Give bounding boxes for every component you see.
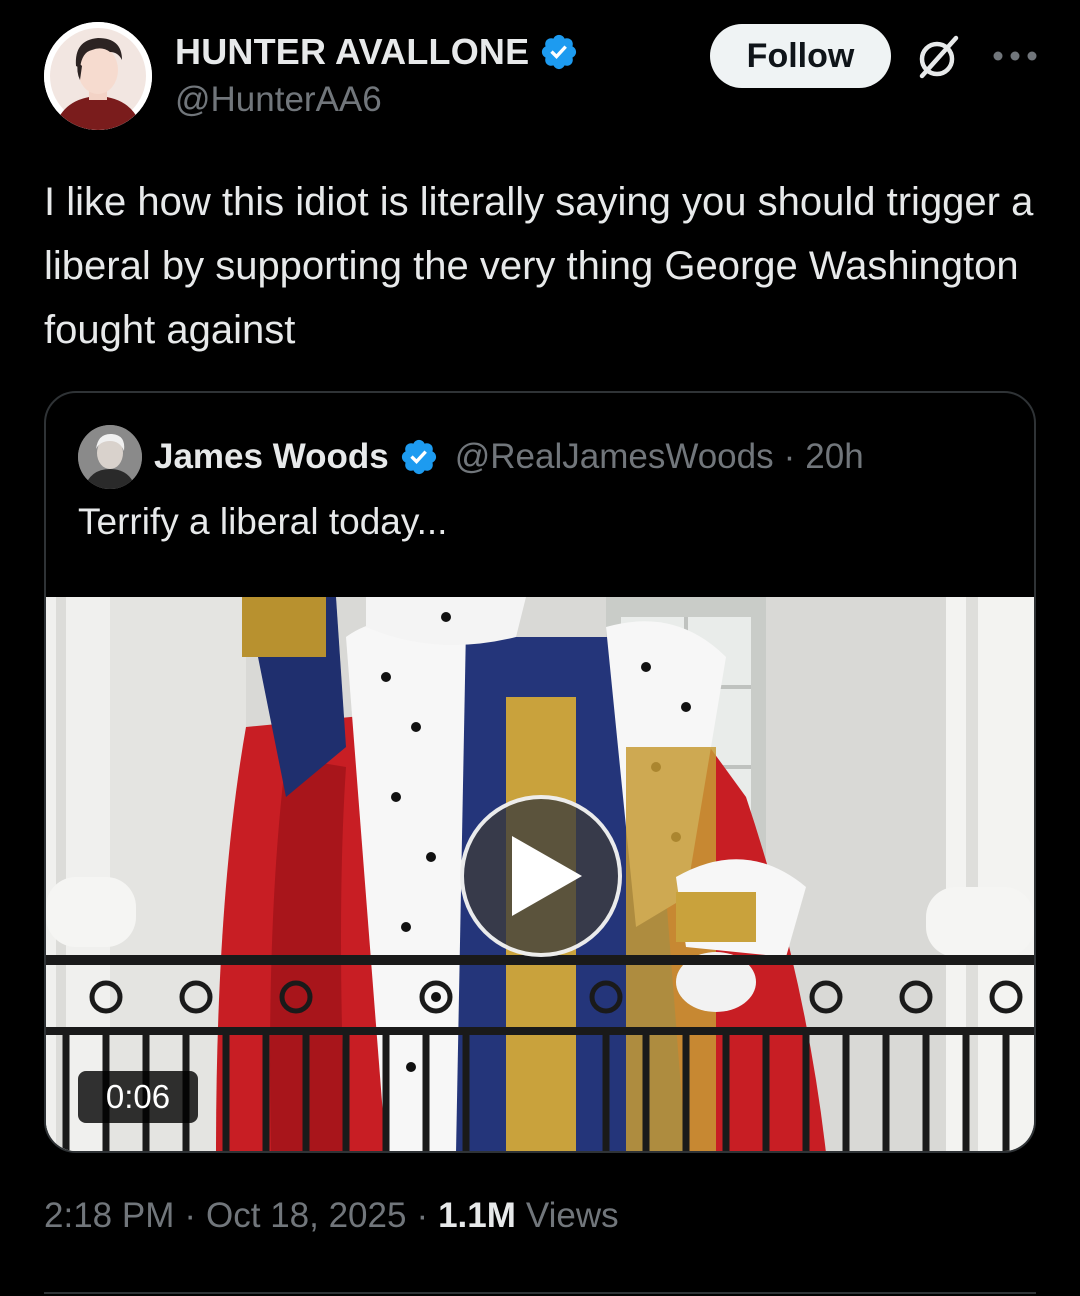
separator-dot: ·	[783, 437, 796, 476]
play-icon	[512, 836, 582, 916]
grok-icon[interactable]	[916, 34, 962, 80]
cartoon-avatar-icon	[44, 22, 152, 130]
more-options-icon[interactable]	[990, 48, 1040, 64]
author-avatar[interactable]	[44, 22, 152, 130]
tweet-text: I like how this idiot is literally sayin…	[44, 180, 1034, 352]
video-duration-badge: 0:06	[78, 1071, 198, 1123]
quoted-tweet-card[interactable]: James Woods @RealJamesWoods · 20h Terrif…	[44, 391, 1036, 1153]
separator-dot: ·	[184, 1196, 197, 1235]
follow-button[interactable]: Follow	[710, 24, 891, 88]
quoted-handle[interactable]: @RealJamesWoods	[455, 437, 774, 477]
divider	[44, 1292, 1036, 1294]
quoted-tweet-header: James Woods @RealJamesWoods · 20h	[78, 425, 864, 489]
play-button[interactable]	[460, 795, 622, 957]
quoted-tweet-text: Terrify a liberal today...	[78, 501, 448, 542]
quoted-timestamp[interactable]: 20h	[805, 437, 863, 477]
author-display-name[interactable]: HUNTER AVALLONE	[175, 31, 529, 73]
separator-dot: ·	[416, 1196, 429, 1235]
views-count[interactable]: 1.1M	[438, 1196, 516, 1236]
video-player[interactable]: 0:06	[46, 597, 1034, 1151]
author-names: HUNTER AVALLONE @HunterAA6	[175, 30, 579, 120]
tweet-date[interactable]: Oct 18, 2025	[206, 1196, 406, 1236]
quoted-verified-badge-icon[interactable]	[399, 437, 439, 477]
author-handle[interactable]: @HunterAA6	[175, 80, 579, 120]
quoted-author-avatar[interactable]	[78, 425, 142, 489]
tweet-meta: 2:18 PM · Oct 18, 2025 · 1.1M Views	[44, 1196, 619, 1236]
verified-badge-icon[interactable]	[539, 32, 579, 72]
tweet-header: HUNTER AVALLONE @HunterAA6 Follow	[44, 22, 1040, 132]
tweet-time[interactable]: 2:18 PM	[44, 1196, 174, 1236]
quoted-display-name[interactable]: James Woods	[154, 437, 389, 477]
portrait-avatar-icon	[78, 425, 142, 489]
views-label: Views	[525, 1196, 619, 1235]
